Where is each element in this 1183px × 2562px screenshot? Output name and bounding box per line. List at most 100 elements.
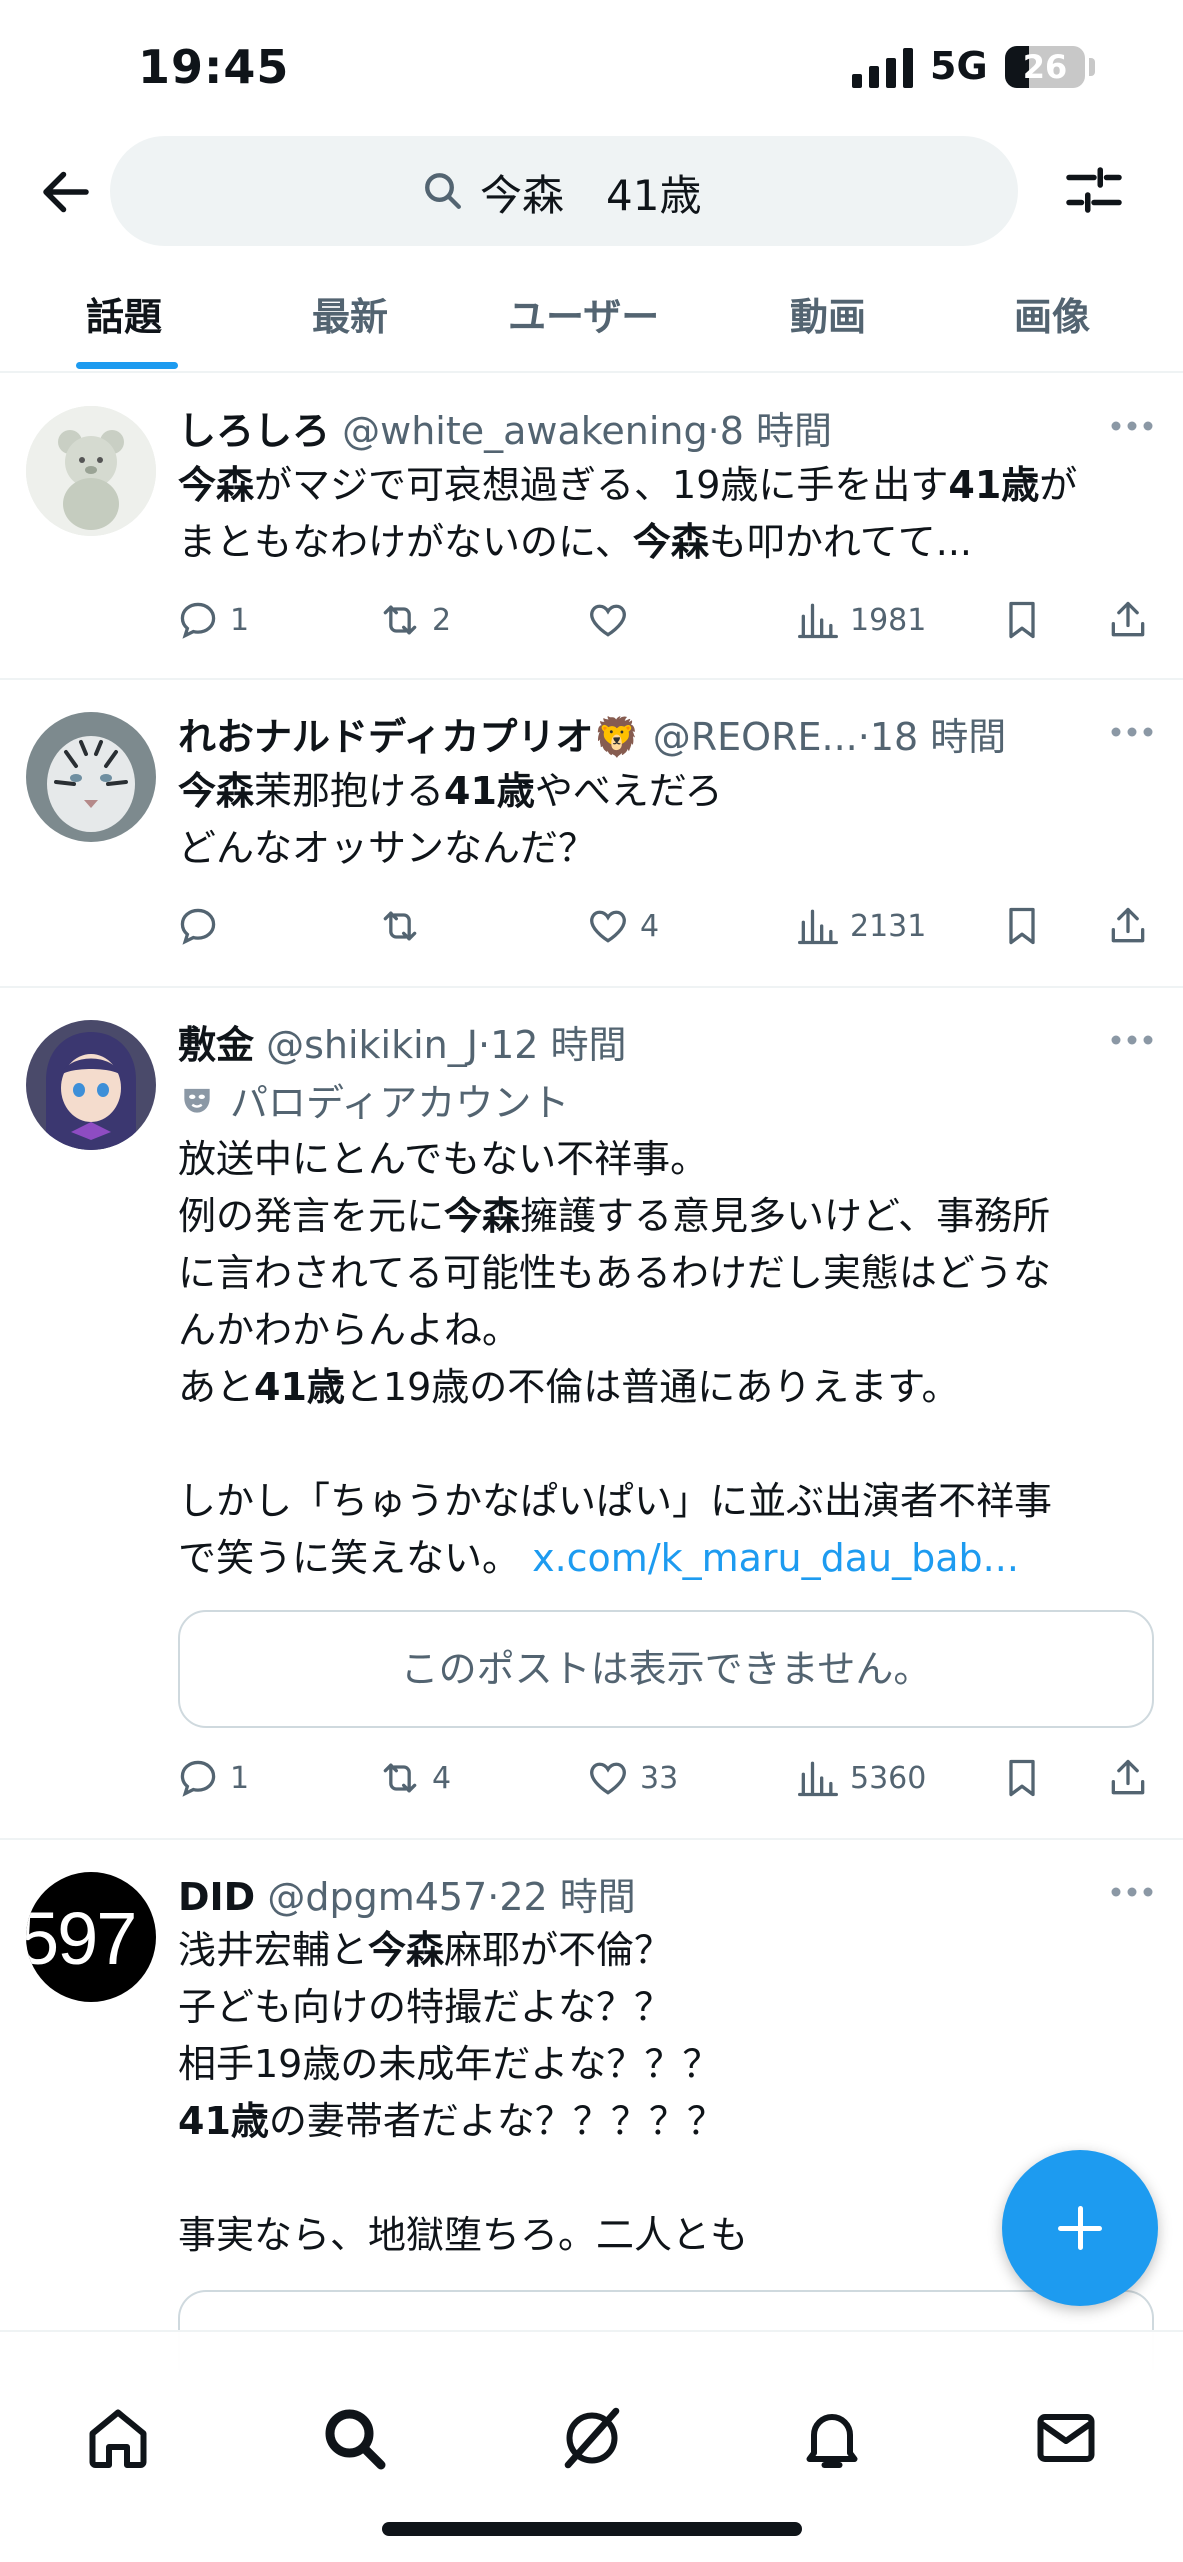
repost-button[interactable]: 2 <box>378 590 451 650</box>
post-text-line: 子ども向けの特撮だよな？？ <box>178 1979 1158 2036</box>
avatar[interactable] <box>26 1020 156 1150</box>
battery-level: 26 <box>1022 48 1068 86</box>
reply-count: 1 <box>230 1760 250 1796</box>
share-button[interactable] <box>1106 590 1150 650</box>
views-button[interactable]: 5360 <box>796 1748 926 1808</box>
tab-videos[interactable]: 動画 <box>790 286 866 341</box>
like-button[interactable] <box>586 590 640 650</box>
active-tab-indicator <box>76 362 178 369</box>
more-options-icon[interactable] <box>1110 420 1154 432</box>
like-button[interactable]: 4 <box>586 896 659 956</box>
text-segment: まともなわけがないのに、 <box>178 520 633 564</box>
post-text-line: 相手19歳の未成年だよな？？？ <box>178 2036 1158 2093</box>
view-count: 2131 <box>850 908 927 944</box>
search-input[interactable]: 今森 41歳 <box>110 136 1018 246</box>
text-segment: どんなオッサンなんだ？ <box>178 826 597 870</box>
tab-latest[interactable]: 最新 <box>312 286 388 341</box>
bookmark-button[interactable] <box>1000 1748 1044 1808</box>
display-name[interactable]: 敷金 <box>178 1023 254 1067</box>
avatar[interactable] <box>26 406 156 536</box>
post-actions: 1 2 1981 <box>176 590 1166 650</box>
repost-button[interactable] <box>378 896 432 956</box>
more-options-icon[interactable] <box>1110 1886 1154 1898</box>
tab-trending[interactable]: 話題 <box>86 286 162 341</box>
post-text-line: どんなオッサンなんだ？ <box>178 820 1158 877</box>
display-name[interactable]: しろしろ <box>178 409 330 453</box>
post-header: 敷金 @shikikin_J·12 時間 <box>178 1014 627 1069</box>
user-handle[interactable]: @white_awakening <box>342 409 708 453</box>
search-filter-icon[interactable] <box>1064 160 1124 220</box>
separator-dot: · <box>477 1023 491 1067</box>
share-button[interactable] <box>1106 1748 1150 1808</box>
post-text-line: あと41歳と19歳の不倫は普通にありえます。 <box>178 1359 1158 1416</box>
repost-icon <box>383 1763 417 1793</box>
post-text-line: まともなわけがないのに、今森も叩かれてて... <box>178 514 1158 571</box>
share-button[interactable] <box>1106 896 1150 956</box>
avatar[interactable]: 597 <box>26 1872 156 2002</box>
post-link[interactable]: x.com/k_maru_dau_bab... <box>532 1536 1019 1580</box>
highlighted-keyword: 41歳 <box>948 463 1040 507</box>
user-handle[interactable]: @dpgm457 <box>267 1875 487 1919</box>
grok-icon[interactable] <box>556 2402 628 2474</box>
post-text: 放送中にとんでもない不祥事。 例の発言を元に今森擁護する意見多いけど、事務所 に言わ… <box>178 1131 1158 1587</box>
separator-dot: · <box>487 1875 500 1919</box>
display-name[interactable]: DID <box>178 1875 255 1919</box>
messages-envelope-icon[interactable] <box>1030 2402 1102 2474</box>
home-icon[interactable] <box>82 2402 154 2474</box>
white-tiger-avatar-icon <box>26 712 156 842</box>
text-segment: 浅井宏輔と <box>178 1928 369 1972</box>
notifications-bell-icon[interactable] <box>796 2402 868 2474</box>
search-query: 今森 41歳 <box>480 171 702 220</box>
avatar[interactable] <box>26 712 156 842</box>
text-segment: も叩かれてて... <box>708 520 972 564</box>
views-button[interactable]: 1981 <box>796 590 926 650</box>
repost-icon <box>383 605 417 635</box>
search-icon[interactable] <box>318 2402 390 2474</box>
separator-dot: · <box>707 409 720 453</box>
user-handle[interactable]: @REORE... <box>653 715 858 759</box>
post-time: 12 時間 <box>490 1023 627 1067</box>
post-header: しろしろ @white_awakening·8 時間 <box>178 400 832 455</box>
post-text-line: 放送中にとんでもない不祥事。 <box>178 1131 1158 1188</box>
text-segment: 擁護する意見多いけど、事務所 <box>520 1194 1051 1238</box>
post-time: 22 時間 <box>499 1875 636 1919</box>
bookmark-icon <box>1009 1759 1035 1797</box>
post-text-line: 今森がマジで可哀想過ぎる、19歳に手を出す41歳が <box>178 457 1158 514</box>
tab-users[interactable]: ユーザー <box>508 286 659 341</box>
repost-count: 4 <box>432 1760 452 1796</box>
reply-button[interactable]: 1 <box>176 1748 249 1808</box>
text-segment: やべえだろ <box>534 769 723 813</box>
like-button[interactable]: 33 <box>586 1748 678 1808</box>
post-text-line <box>178 1416 1158 1473</box>
more-options-icon[interactable] <box>1110 726 1154 738</box>
battery-icon: 26 <box>1005 46 1085 88</box>
bookmark-button[interactable] <box>1000 590 1044 650</box>
post-text-line: に言わされてる可能性もあるわけだし実態はどうな <box>178 1245 1158 1302</box>
bookmark-button[interactable] <box>1000 896 1044 956</box>
highlighted-keyword: 今森 <box>632 520 709 564</box>
highlighted-keyword: 今森 <box>178 769 255 813</box>
quote-unavailable-card[interactable]: このポストは表示できません。 <box>178 1610 1154 1728</box>
highlighted-keyword: 今森 <box>178 463 255 507</box>
compose-post-button[interactable] <box>1002 2150 1158 2306</box>
views-chart-icon <box>798 909 838 945</box>
text-segment: 相手19歳の未成年だよな？？？ <box>178 2042 721 2086</box>
back-arrow-icon[interactable] <box>36 162 96 222</box>
text-segment: 放送中にとんでもない不祥事。 <box>178 1137 709 1181</box>
separator-dot: · <box>857 715 870 759</box>
repost-button[interactable]: 4 <box>378 1748 451 1808</box>
reply-button[interactable]: 1 <box>176 590 249 650</box>
highlighted-keyword: 41歳 <box>444 769 535 813</box>
views-button[interactable]: 2131 <box>796 896 926 956</box>
views-chart-icon <box>798 603 838 639</box>
user-handle[interactable]: @shikikin_J <box>266 1023 478 1067</box>
post-text-line: で笑うに笑えない。 x.com/k_maru_dau_bab... <box>178 1530 1158 1587</box>
text-segment: んかわからんよね。 <box>178 1308 521 1352</box>
more-options-icon[interactable] <box>1110 1034 1154 1046</box>
tab-images[interactable]: 画像 <box>1014 286 1090 341</box>
anime-character-avatar-icon <box>26 1020 156 1150</box>
reply-button[interactable] <box>176 896 230 956</box>
display-name[interactable]: れおナルドディカプリオ <box>178 715 593 759</box>
lion-emoji-icon: 🦁 <box>593 715 641 759</box>
highlighted-keyword: 今森 <box>444 1194 521 1238</box>
